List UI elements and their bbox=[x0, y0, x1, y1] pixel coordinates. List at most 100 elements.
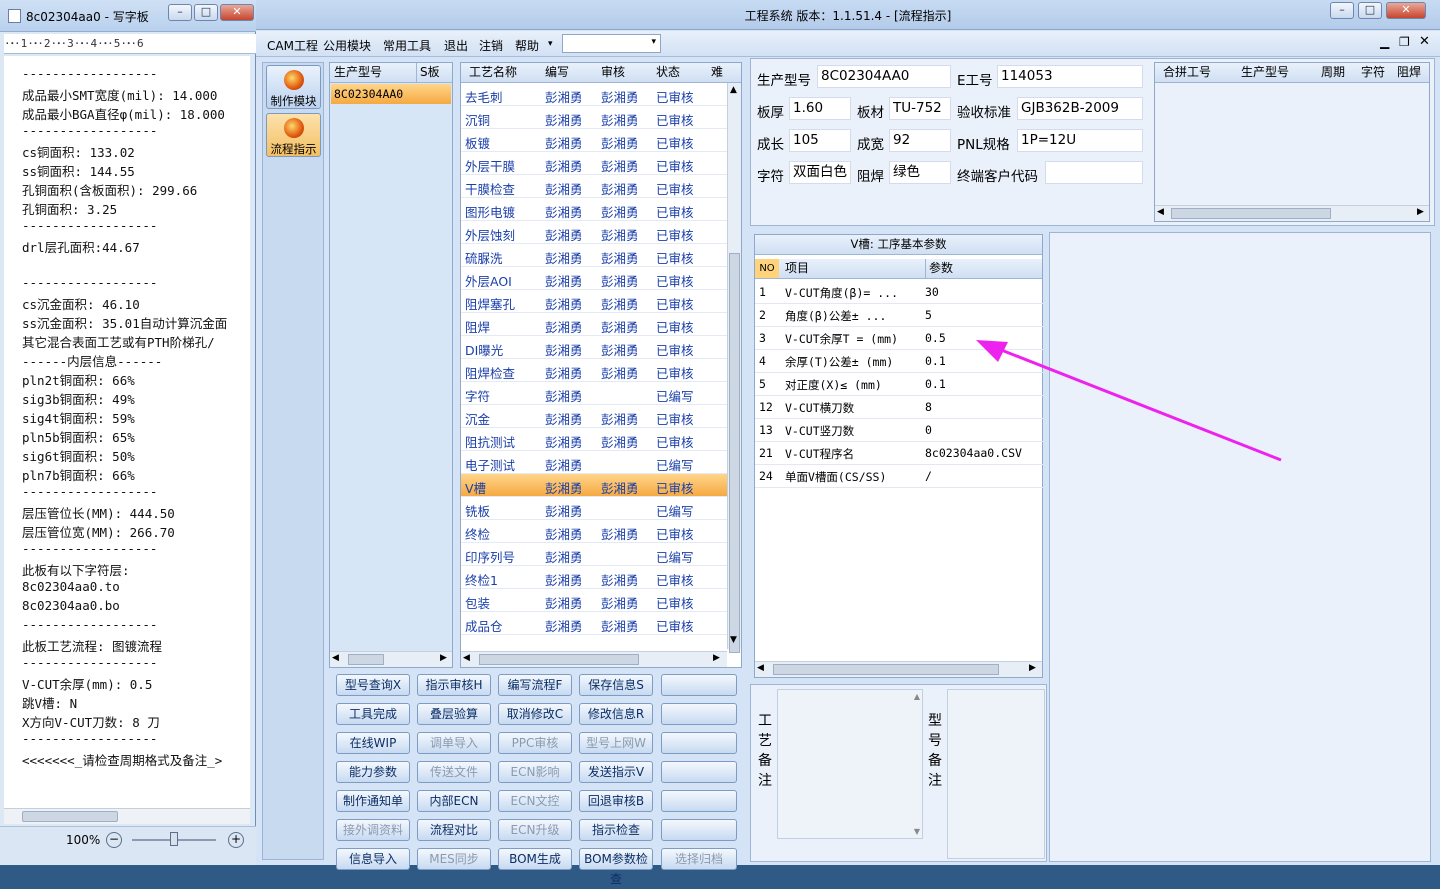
process-remark-textarea[interactable]: ▲ ▼ bbox=[777, 689, 923, 839]
menu-dropdown-icon[interactable]: ▾ bbox=[548, 39, 553, 49]
mdi-restore-icon[interactable]: ❐ bbox=[1399, 35, 1410, 49]
scroll-left-icon[interactable]: ◀ bbox=[463, 653, 470, 663]
process-row[interactable]: 图形电镀 彭湘勇 彭湘勇 已审核 bbox=[461, 198, 727, 221]
scroll-down-icon[interactable]: ▼ bbox=[914, 827, 920, 836]
scroll-right-icon[interactable]: ▶ bbox=[713, 653, 720, 663]
ruler[interactable]: ·ꞏ·1·ꞏ·2·ꞏ·3·ꞏ·4·ꞏ·5·ꞏ·6 bbox=[4, 34, 256, 54]
nav-production-module[interactable]: 制作模块 bbox=[266, 65, 321, 109]
wordpad-document[interactable]: ------------------ 成品最小SMT宽度(mil): 14.000… bbox=[4, 56, 250, 808]
action-button[interactable]: 指示检查 bbox=[579, 819, 653, 841]
action-button[interactable]: 传送文件 bbox=[417, 761, 491, 783]
action-button[interactable]: 选择归档 bbox=[661, 848, 737, 870]
horizontal-scrollbar[interactable]: ◀ ▶ bbox=[755, 661, 1042, 677]
action-button[interactable]: 流程对比 bbox=[417, 819, 491, 841]
column-header[interactable]: 工艺名称 bbox=[469, 63, 517, 82]
vcut-row[interactable]: 1 V-CUT角度(β)= ... 30 bbox=[755, 281, 1043, 304]
action-button[interactable]: 制作通知单 bbox=[336, 790, 410, 812]
action-button[interactable]: 在线WIP bbox=[336, 732, 410, 754]
action-button[interactable]: 指示审核H bbox=[417, 674, 491, 696]
column-header[interactable]: S板 bbox=[416, 63, 440, 82]
menu-common-modules[interactable]: 公用模块 bbox=[323, 37, 371, 54]
column-header[interactable]: 审核 bbox=[601, 63, 625, 82]
scroll-up-icon[interactable]: ▲ bbox=[730, 85, 737, 95]
column-header[interactable]: 参数 bbox=[925, 259, 953, 278]
field-width[interactable]: 92 bbox=[889, 129, 951, 152]
action-button[interactable]: 取消修改C bbox=[498, 703, 572, 725]
action-button[interactable]: 内部ECN bbox=[417, 790, 491, 812]
action-button[interactable] bbox=[661, 819, 737, 841]
maximize-button[interactable]: □ bbox=[194, 4, 218, 21]
action-button[interactable] bbox=[661, 674, 737, 696]
action-button[interactable]: ECN升级 bbox=[498, 819, 572, 841]
column-header[interactable]: 编写 bbox=[545, 63, 569, 82]
column-header[interactable]: NO bbox=[755, 259, 779, 278]
menu-logout[interactable]: 注销 bbox=[479, 37, 503, 54]
field-length[interactable]: 105 bbox=[789, 129, 851, 152]
field-standard[interactable]: GJB362B-2009 bbox=[1017, 97, 1143, 120]
process-row[interactable]: V槽 彭湘勇 彭湘勇 已审核 bbox=[461, 474, 727, 497]
main-minimize-button[interactable]: – bbox=[1330, 2, 1354, 19]
process-row[interactable]: 成品仓 彭湘勇 彭湘勇 已审核 bbox=[461, 612, 727, 635]
process-row[interactable]: 外层蚀刻 彭湘勇 彭湘勇 已审核 bbox=[461, 221, 727, 244]
scroll-right-icon[interactable]: ▶ bbox=[1029, 663, 1036, 673]
menu-help[interactable]: 帮助 bbox=[515, 37, 539, 54]
action-button[interactable] bbox=[661, 703, 737, 725]
scroll-left-icon[interactable]: ◀ bbox=[332, 653, 339, 663]
action-button[interactable]: 保存信息S bbox=[579, 674, 653, 696]
field-pnl[interactable]: 1P=12U bbox=[1017, 129, 1143, 152]
process-row[interactable]: 硫脲洗 彭湘勇 彭湘勇 已审核 bbox=[461, 244, 727, 267]
action-button[interactable]: MES同步 bbox=[417, 848, 491, 870]
process-row[interactable]: 阻抗测试 彭湘勇 彭湘勇 已审核 bbox=[461, 428, 727, 451]
field-soldermask[interactable]: 绿色 bbox=[889, 161, 951, 184]
menu-exit[interactable]: 退出 bbox=[444, 37, 468, 54]
scroll-left-icon[interactable]: ◀ bbox=[1157, 207, 1164, 217]
vertical-scrollbar[interactable]: ▲ ▼ bbox=[727, 83, 741, 653]
field-customer-code[interactable] bbox=[1045, 161, 1143, 184]
process-row[interactable]: 字符 彭湘勇 已编写 bbox=[461, 382, 727, 405]
scroll-thumb[interactable] bbox=[729, 253, 740, 653]
menu-cam[interactable]: CAM工程 bbox=[267, 37, 318, 54]
action-button[interactable]: BOM生成 bbox=[498, 848, 572, 870]
action-button[interactable] bbox=[661, 761, 737, 783]
action-button[interactable]: 工具完成 bbox=[336, 703, 410, 725]
process-row[interactable]: 终检1 彭湘勇 彭湘勇 已审核 bbox=[461, 566, 727, 589]
field-legend[interactable]: 双面白色 bbox=[789, 161, 851, 184]
column-header[interactable]: 阻焊 bbox=[1397, 63, 1421, 82]
process-row[interactable]: 外层AOI 彭湘勇 彭湘勇 已审核 bbox=[461, 267, 727, 290]
horizontal-scrollbar[interactable]: ◀ ▶ bbox=[330, 651, 452, 667]
scroll-thumb[interactable] bbox=[22, 811, 118, 822]
minimize-button[interactable]: – bbox=[168, 4, 192, 21]
zoom-slider-thumb[interactable] bbox=[170, 832, 178, 846]
column-header[interactable]: 合拼工号 bbox=[1163, 63, 1211, 82]
model-remark-textarea[interactable] bbox=[947, 689, 1045, 859]
scroll-right-icon[interactable]: ▶ bbox=[1417, 207, 1424, 217]
action-button[interactable]: 修改信息R bbox=[579, 703, 653, 725]
menu-common-tools[interactable]: 常用工具 bbox=[383, 37, 431, 54]
mdi-minimize-icon[interactable]: ▁ bbox=[1380, 35, 1389, 49]
process-row[interactable]: DI曝光 彭湘勇 彭湘勇 已审核 bbox=[461, 336, 727, 359]
scroll-down-icon[interactable]: ▼ bbox=[730, 635, 737, 645]
process-row[interactable]: 阻焊塞孔 彭湘勇 彭湘勇 已审核 bbox=[461, 290, 727, 313]
process-row[interactable]: 电子测试 彭湘勇 已编写 bbox=[461, 451, 727, 474]
menu-combo[interactable]: ▾ bbox=[562, 34, 661, 53]
action-button[interactable]: BOM参数检查 bbox=[579, 848, 653, 886]
process-row[interactable]: 板镀 彭湘勇 彭湘勇 已审核 bbox=[461, 129, 727, 152]
nav-process-guide[interactable]: 流程指示 bbox=[266, 113, 321, 157]
scroll-left-icon[interactable]: ◀ bbox=[757, 663, 764, 673]
scroll-right-icon[interactable]: ▶ bbox=[440, 653, 447, 663]
column-header[interactable]: 周期 bbox=[1321, 63, 1345, 82]
horizontal-scrollbar[interactable]: ◀ ▶ bbox=[1155, 205, 1429, 221]
column-header[interactable]: 难 bbox=[711, 63, 723, 82]
action-button[interactable]: 信息导入 bbox=[336, 848, 410, 870]
model-row[interactable]: 8C02304AA0 bbox=[331, 84, 451, 104]
action-button[interactable]: 调单导入 bbox=[417, 732, 491, 754]
field-e-number[interactable]: 114053 bbox=[997, 65, 1143, 88]
process-row[interactable]: 干膜检查 彭湘勇 彭湘勇 已审核 bbox=[461, 175, 727, 198]
zoom-out-icon[interactable]: − bbox=[106, 832, 122, 848]
process-row[interactable]: 去毛刺 彭湘勇 彭湘勇 已审核 bbox=[461, 83, 727, 106]
action-button[interactable]: ECN影响 bbox=[498, 761, 572, 783]
scroll-thumb[interactable] bbox=[1171, 208, 1331, 219]
process-row[interactable]: 阻焊检查 彭湘勇 彭湘勇 已审核 bbox=[461, 359, 727, 382]
process-row[interactable]: 沉铜 彭湘勇 彭湘勇 已审核 bbox=[461, 106, 727, 129]
action-button[interactable]: 型号查询X bbox=[336, 674, 410, 696]
